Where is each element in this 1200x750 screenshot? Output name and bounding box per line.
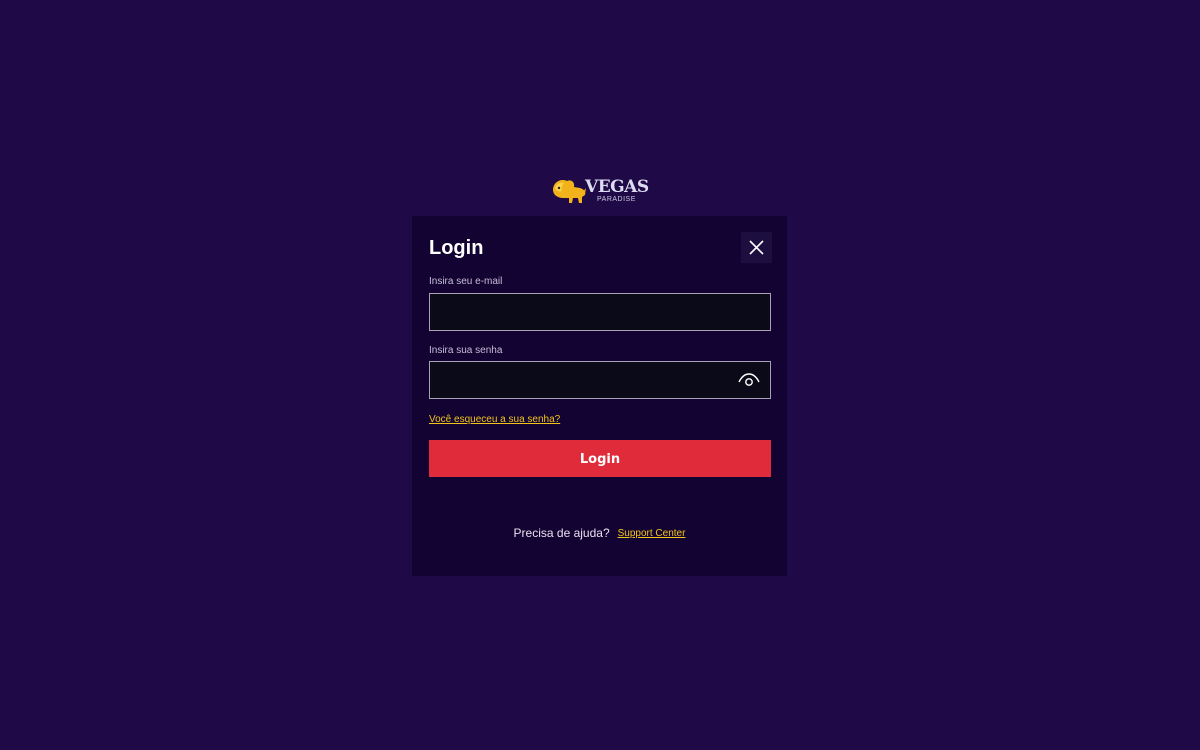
close-button[interactable] <box>741 232 772 263</box>
vegas-paradise-logo: VEGAS PARADISE <box>549 174 651 208</box>
email-label: Insira seu e-mail <box>429 276 503 287</box>
support-center-link[interactable]: Support Center <box>618 528 686 539</box>
help-row: Precisa de ajuda? Support Center <box>412 526 787 540</box>
forgot-password-link[interactable]: Você esqueceu a sua senha? <box>429 414 560 426</box>
logo-sub-text: PARADISE <box>597 196 636 203</box>
email-field[interactable] <box>430 294 770 330</box>
lion-logo-icon <box>553 180 586 203</box>
modal-title: Login <box>429 237 484 259</box>
login-modal: Login Insira seu e-mail Insira sua senha… <box>412 216 787 576</box>
help-text: Precisa de ajuda? <box>513 526 610 540</box>
password-field[interactable] <box>430 362 770 398</box>
logo-brand-text: VEGAS <box>585 177 649 197</box>
email-field-container <box>429 293 771 331</box>
login-button[interactable]: Login <box>429 440 771 477</box>
close-icon <box>749 240 764 255</box>
password-field-container <box>429 361 771 399</box>
eye-icon[interactable] <box>738 373 760 387</box>
password-label: Insira sua senha <box>429 345 503 356</box>
